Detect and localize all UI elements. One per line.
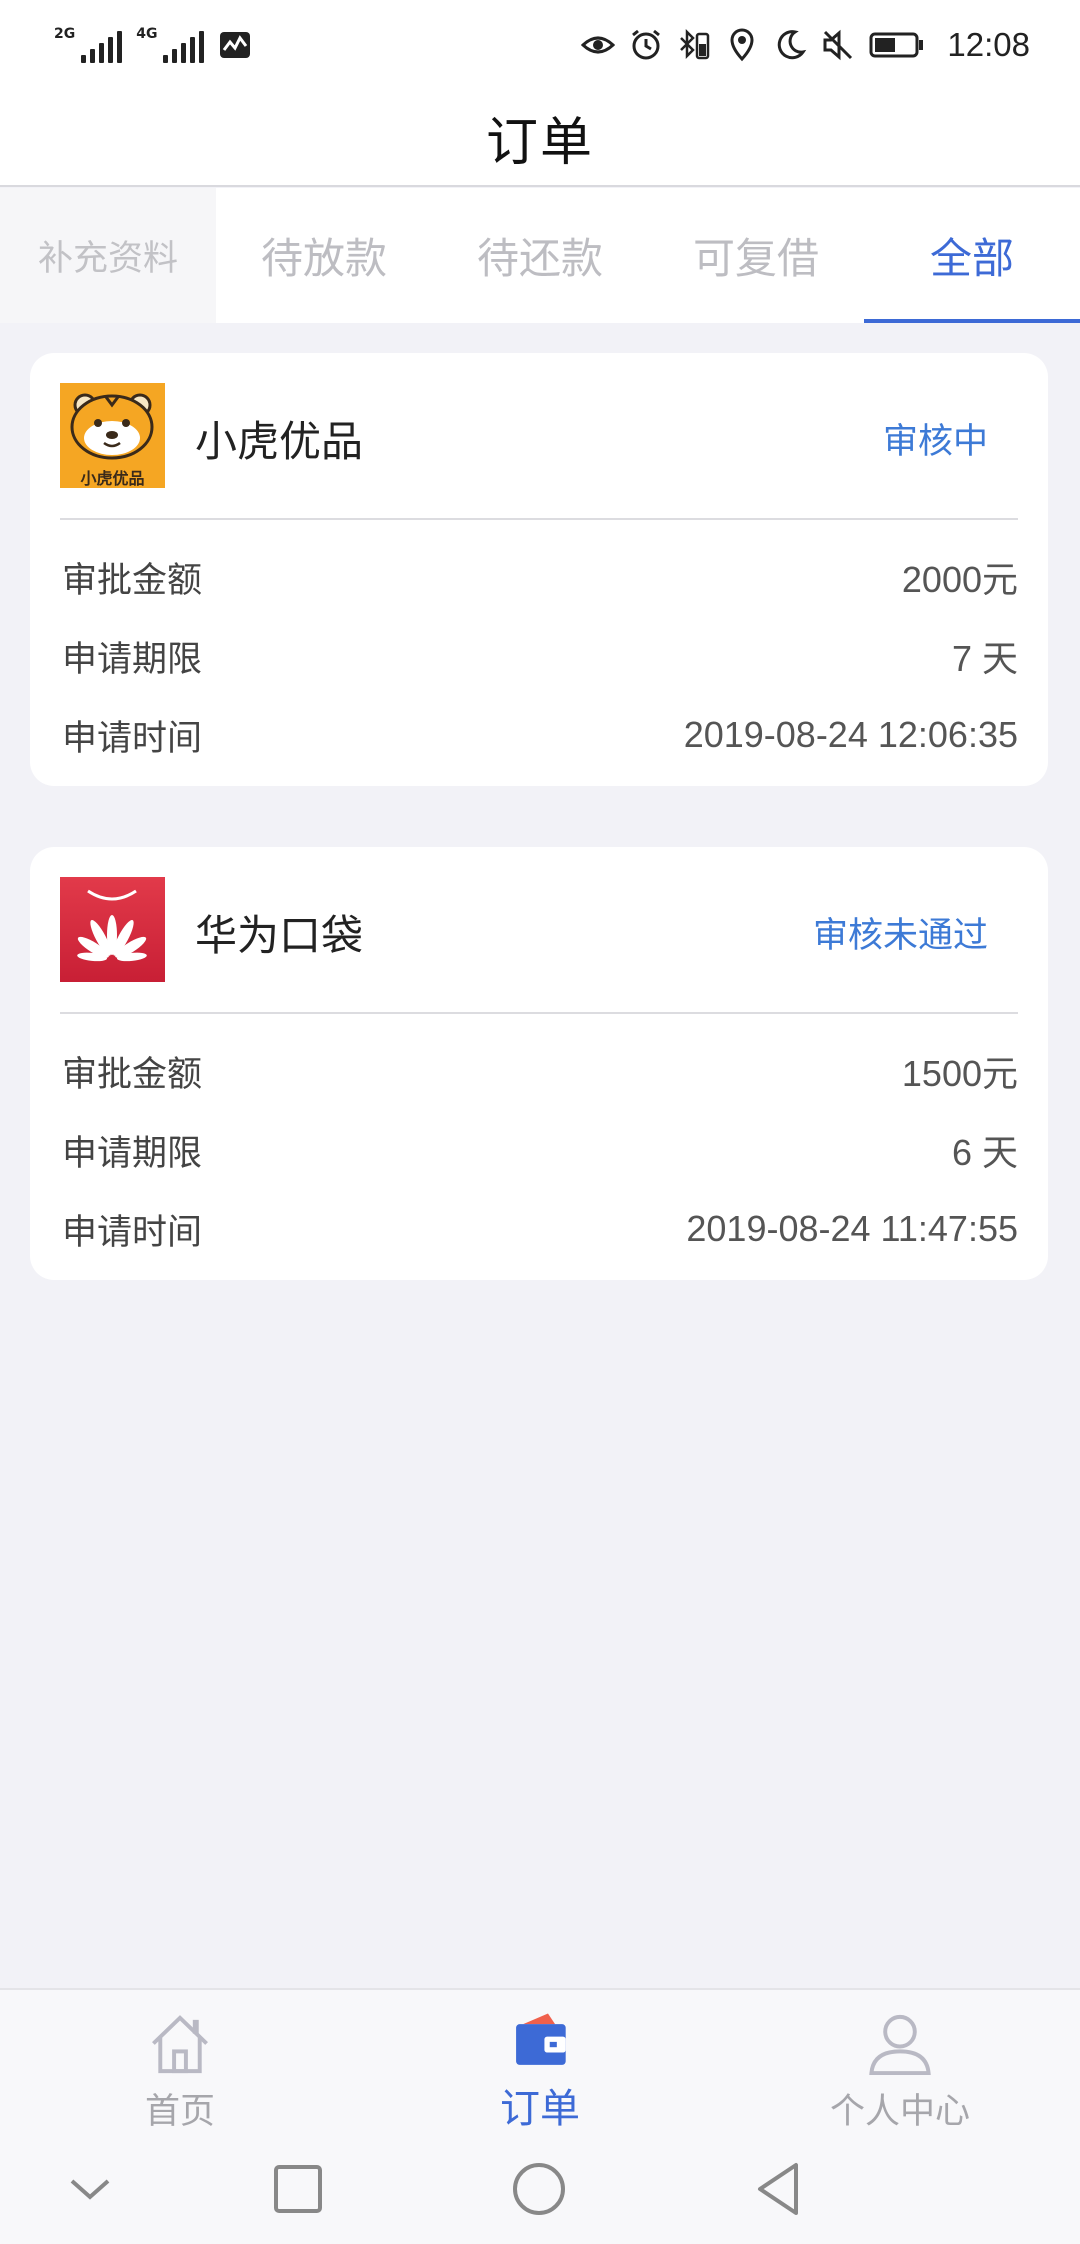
application-time-row: 申请时间 2019-08-24 12:06:35 <box>62 705 1018 765</box>
row-value: 1500元 <box>901 1053 1018 1094</box>
battery-icon <box>869 32 924 58</box>
status-bar-left: 2G 4G <box>54 27 252 63</box>
order-card-header: 小虎优品 小虎优品 审核中 <box>30 353 1048 518</box>
loan-term-row: 申请期限 6 天 <box>62 1120 1018 1180</box>
nav-profile[interactable]: 个人中心 <box>720 1990 1080 2134</box>
row-label: 申请时间 <box>62 718 203 759</box>
row-value: 6 天 <box>951 1132 1018 1173</box>
tab-re-borrow[interactable]: 可复借 <box>648 188 864 323</box>
card-divider <box>60 518 1018 520</box>
row-value: 2019-08-24 11:47:55 <box>686 1208 1018 1249</box>
moon-icon <box>778 30 807 60</box>
brand-name: 小虎优品 <box>195 417 364 466</box>
mute-icon <box>823 29 853 61</box>
order-tabs: 补充资料 待放款 待还款 可复借 全部 <box>0 188 1080 323</box>
alarm-icon <box>632 29 661 60</box>
tab-all[interactable]: 全部 <box>864 188 1080 323</box>
row-label: 审批金额 <box>62 1054 203 1095</box>
network-type-label: 4G <box>136 26 158 42</box>
home-icon <box>152 2015 208 2074</box>
row-label: 申请期限 <box>62 639 203 680</box>
status-badge: 审核未通过 <box>812 916 988 956</box>
tab-pending-disbursement[interactable]: 待放款 <box>216 188 432 323</box>
row-value: 7 天 <box>951 638 1018 679</box>
status-bar-right: 12:08 <box>581 26 1030 64</box>
huawei-logo <box>60 877 165 982</box>
wallet-icon <box>516 2013 566 2065</box>
brand-name: 华为口袋 <box>195 911 364 960</box>
nav-orders-label: 订单 <box>500 2086 580 2132</box>
bottom-nav: 首页 订单 个人中心 <box>0 1988 1080 2134</box>
network-type-label: 2G <box>54 26 76 42</box>
nav-home-label: 首页 <box>144 2092 215 2132</box>
recent-apps-icon[interactable] <box>268 2159 328 2219</box>
row-value: 2019-08-24 12:06:35 <box>683 714 1018 755</box>
tab-supplement-info[interactable]: 补充资料 <box>0 188 216 323</box>
eye-icon <box>581 36 616 54</box>
order-card[interactable]: 华为口袋 审核未通过 审批金额 1500元 申请期限 6 天 申请时间 2019… <box>30 847 1048 1280</box>
nav-profile-label: 个人中心 <box>829 2092 970 2132</box>
activity-icon <box>220 32 251 58</box>
tab-pending-repayment[interactable]: 待还款 <box>432 188 648 323</box>
row-value: 2000元 <box>901 559 1018 600</box>
nav-orders[interactable]: 订单 <box>360 1990 720 2134</box>
status-badge: 审核中 <box>882 422 988 462</box>
row-label: 审批金额 <box>62 560 203 601</box>
app-header: 订单 <box>0 90 1080 187</box>
tiger-logo-text: 小虎优品 <box>80 469 145 488</box>
tiger-logo: 小虎优品 <box>60 383 165 488</box>
status-bar: 2G 4G 12:08 <box>0 0 1080 90</box>
row-label: 申请时间 <box>62 1212 203 1253</box>
huawei-petals-icon <box>77 889 147 962</box>
page-title: 订单 <box>485 113 594 173</box>
loan-term-row: 申请期限 7 天 <box>62 626 1018 686</box>
row-label: 申请期限 <box>62 1133 203 1174</box>
application-time-row: 申请时间 2019-08-24 11:47:55 <box>62 1199 1018 1259</box>
order-card[interactable]: 小虎优品 小虎优品 审核中 审批金额 2000元 申请期限 7 天 申请时间 2… <box>30 353 1048 786</box>
clock: 12:08 <box>947 26 1030 63</box>
nav-home[interactable]: 首页 <box>0 1990 360 2134</box>
user-icon <box>869 2014 931 2076</box>
system-nav-bar <box>0 2134 1080 2244</box>
order-card-header: 华为口袋 审核未通过 <box>30 847 1048 1012</box>
location-icon <box>730 28 754 62</box>
back-icon[interactable] <box>750 2159 810 2219</box>
signal-4g-icon: 4G <box>136 26 205 63</box>
approved-amount-row: 审批金额 1500元 <box>62 1041 1018 1101</box>
bluetooth-battery-icon <box>680 28 710 60</box>
signal-2g-icon: 2G <box>54 26 123 63</box>
card-divider <box>60 1012 1018 1014</box>
approved-amount-row: 审批金额 2000元 <box>62 547 1018 607</box>
home-button-icon[interactable] <box>509 2159 569 2219</box>
chevron-down-icon[interactable] <box>60 2159 120 2219</box>
